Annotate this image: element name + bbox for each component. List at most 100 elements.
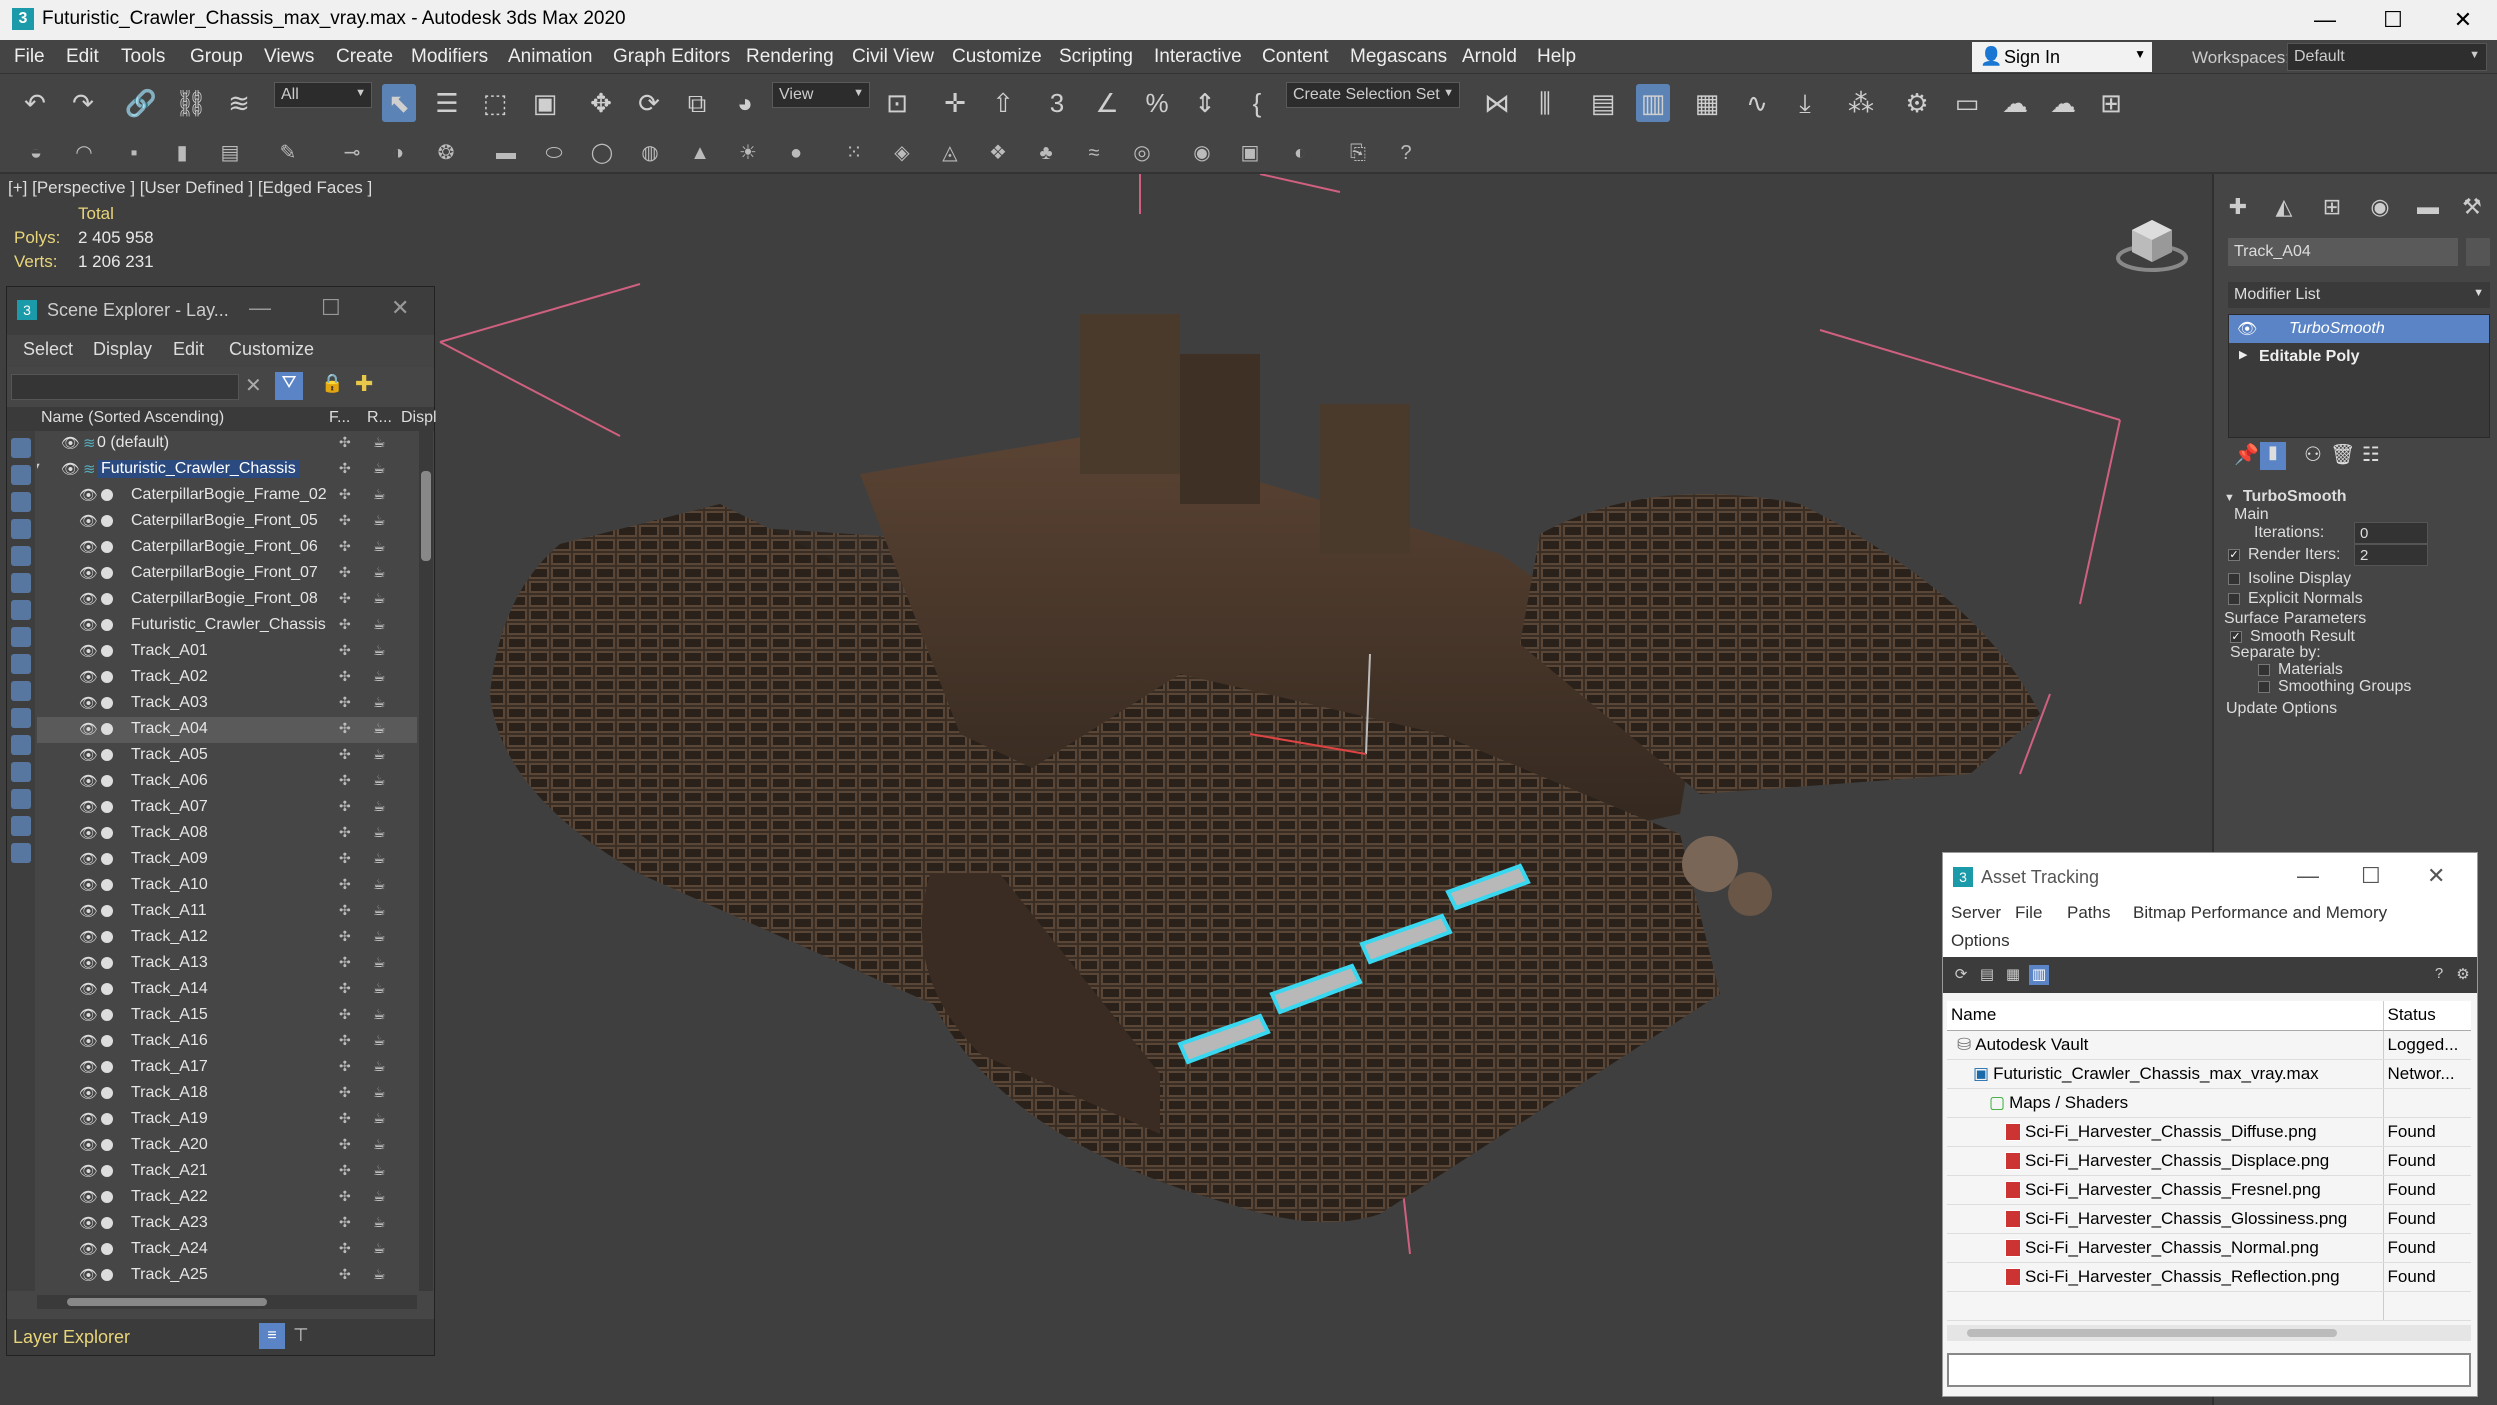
box-icon[interactable]: ▪ (120, 138, 148, 168)
freeze-icon[interactable]: ✣ (339, 1084, 351, 1101)
renderable-icon[interactable]: ☕ (373, 772, 386, 789)
undo-icon[interactable]: ↶ (18, 84, 52, 122)
eye-icon[interactable]: 👁 (79, 1266, 98, 1284)
maximize-button[interactable]: ☐ (2370, 4, 2416, 36)
freeze-icon[interactable]: ✣ (339, 538, 351, 555)
freeze-icon[interactable]: ✣ (339, 1006, 351, 1023)
frame-buffer-icon[interactable]: ▣ (1236, 138, 1264, 168)
display-bones-icon[interactable] (11, 654, 31, 674)
asset-row[interactable]: Sci-Fi_Harvester_Chassis_Normal.png Found (1947, 1233, 2471, 1263)
eye-icon[interactable]: 👁 (79, 1006, 98, 1024)
menu-megascans[interactable]: Megascans (1350, 46, 1447, 68)
display-tab-icon[interactable]: ▬ (2410, 194, 2446, 224)
renderable-icon[interactable]: ☕ (373, 668, 386, 685)
tree-row[interactable]: 👁 Track_A15 ✣ ☕ (37, 1003, 417, 1029)
hierarchy-icon[interactable]: ⊤ (293, 1325, 309, 1346)
tree-row[interactable]: 👁 Track_A12 ✣ ☕ (37, 925, 417, 951)
render-production-icon[interactable]: ☁ (1998, 84, 2032, 122)
mirror-icon[interactable]: ⋈ (1480, 84, 1514, 122)
particles-icon[interactable]: ⁙ (840, 138, 868, 168)
keyboard-shortcut-override-icon[interactable]: ⇧ (986, 84, 1020, 122)
menu-file[interactable]: File (14, 46, 45, 68)
torus-icon[interactable]: ◍ (636, 138, 664, 168)
close-button[interactable]: ✕ (2440, 4, 2486, 36)
freeze-icon[interactable]: ✣ (339, 876, 351, 893)
settings-icon[interactable]: ⚙ (2453, 965, 2473, 985)
renderable-icon[interactable]: ☕ (373, 590, 386, 607)
filter-options-icon[interactable] (11, 843, 31, 863)
eye-icon[interactable]: 👁 (79, 720, 98, 738)
tree-row[interactable]: 👁 Track_A16 ✣ ☕ (37, 1029, 417, 1055)
redo-icon[interactable]: ↷ (66, 84, 100, 122)
help-icon[interactable]: ? (2429, 965, 2449, 985)
minimize-button[interactable]: — (2302, 4, 2348, 36)
tree-row[interactable]: 👁 Track_A10 ✣ ☕ (37, 873, 417, 899)
asset-row[interactable]: Sci-Fi_Harvester_Chassis_Glossiness.png F… (1947, 1204, 2471, 1234)
freeze-icon[interactable]: ✣ (339, 486, 351, 503)
shell-icon[interactable]: ◎ (1128, 138, 1156, 168)
tree-row[interactable]: 👁 Track_A09 ✣ ☕ (37, 847, 417, 873)
window-crossing-icon[interactable]: ▣ (528, 84, 562, 122)
menu-create[interactable]: Create (336, 46, 393, 68)
eye-icon[interactable]: 👁 (79, 876, 98, 894)
eye-icon[interactable]: 👁 (79, 668, 98, 686)
expand-icon[interactable]: ▶ (2239, 348, 2247, 361)
tree-row[interactable]: 👁 ≋ 0 (default) ✣ ☕ (37, 431, 417, 457)
col-name-header[interactable]: Name (1947, 1001, 2383, 1031)
renderable-icon[interactable]: ☕ (373, 954, 386, 971)
freeze-icon[interactable]: ✣ (339, 746, 351, 763)
angle-snap-icon[interactable]: ∠ (1090, 84, 1124, 122)
spacewarp-icon[interactable]: ❂ (432, 138, 460, 168)
material-editor-icon[interactable]: ⁂ (1844, 84, 1878, 122)
tree-row[interactable]: 👁 Track_A08 ✣ ☕ (37, 821, 417, 847)
display-none-icon[interactable] (11, 789, 31, 809)
foliage-icon[interactable]: ♣ (1032, 138, 1060, 168)
hair-icon[interactable]: ≈ (1080, 138, 1108, 168)
minimize-icon[interactable]: — (249, 295, 271, 321)
align-icon[interactable]: ⫼ (1528, 84, 1562, 122)
renderable-icon[interactable]: ☕ (373, 720, 386, 737)
display-xrefs-icon[interactable] (11, 627, 31, 647)
eye-icon[interactable]: 👁 (79, 1214, 98, 1232)
at-menu-file[interactable]: File (2015, 903, 2042, 923)
place-icon[interactable]: ◕ (728, 84, 762, 122)
at-menu-bitmap[interactable]: Bitmap Performance and Memory (2133, 903, 2387, 923)
eye-icon[interactable]: 👁 (79, 1188, 98, 1206)
object-color-swatch[interactable] (2466, 238, 2490, 266)
tree-row[interactable]: 👁 Track_A03 ✣ ☕ (37, 691, 417, 717)
omni-light-icon[interactable]: ● (782, 138, 810, 168)
menu-animation[interactable]: Animation (508, 46, 593, 68)
asset-row[interactable]: Sci-Fi_Harvester_Chassis_Fresnel.png Foun… (1947, 1175, 2471, 1205)
toggle-scene-explorer-icon[interactable]: ▤ (1586, 84, 1620, 122)
smooth-result-checkbox[interactable]: ✓ (2230, 630, 2242, 643)
help-icon[interactable]: ? (1392, 138, 1420, 168)
toggle-ribbon-icon[interactable]: ▦ (1690, 84, 1724, 122)
clear-search-icon[interactable]: ✕ (245, 373, 262, 398)
scene-explorer-titlebar[interactable]: 3 Scene Explorer - Lay... — ☐ ✕ (7, 287, 434, 335)
tree-row[interactable]: 👁 Track_A05 ✣ ☕ (37, 743, 417, 769)
asset-status-field[interactable] (1947, 1353, 2471, 1387)
schematic-view-icon[interactable]: ⤓ (1788, 84, 1822, 122)
sphere-icon[interactable]: ◠ (70, 138, 98, 168)
freeze-icon[interactable]: ✣ (339, 1162, 351, 1179)
eye-icon[interactable]: 👁 (79, 1136, 98, 1154)
renderable-icon[interactable]: ☕ (373, 824, 386, 841)
pyramid-icon[interactable]: ◬ (936, 138, 964, 168)
tree-row[interactable]: ▼ 👁≋Futuristic_Crawler_Chassis ✣ ☕ (37, 457, 417, 483)
display-helpers-icon[interactable] (11, 546, 31, 566)
scene-explorer-scrollbar[interactable] (419, 431, 433, 1291)
invert-display-icon[interactable] (11, 816, 31, 836)
light-icon[interactable]: ✎ (274, 138, 302, 168)
asset-row[interactable]: Sci-Fi_Harvester_Chassis_Diffuse.png Foun… (1947, 1117, 2471, 1147)
renderable-icon[interactable]: ☕ (373, 512, 386, 529)
rect-shape-icon[interactable]: ▬ (492, 138, 520, 168)
ellipse-icon[interactable]: ⬭ (540, 138, 568, 168)
renderable-icon[interactable]: ☕ (373, 642, 386, 659)
scale-icon[interactable]: ⧉ (680, 84, 714, 122)
toggle-layer-explorer-icon[interactable]: ▥ (1636, 84, 1670, 122)
a360-gallery-icon[interactable]: ⊞ (2094, 84, 2128, 122)
tree-row[interactable]: 👁 Track_A01 ✣ ☕ (37, 639, 417, 665)
eye-icon[interactable]: 👁 (79, 902, 98, 920)
pivot-center-icon[interactable]: ⊡ (880, 84, 914, 122)
freeze-icon[interactable]: ✣ (339, 772, 351, 789)
